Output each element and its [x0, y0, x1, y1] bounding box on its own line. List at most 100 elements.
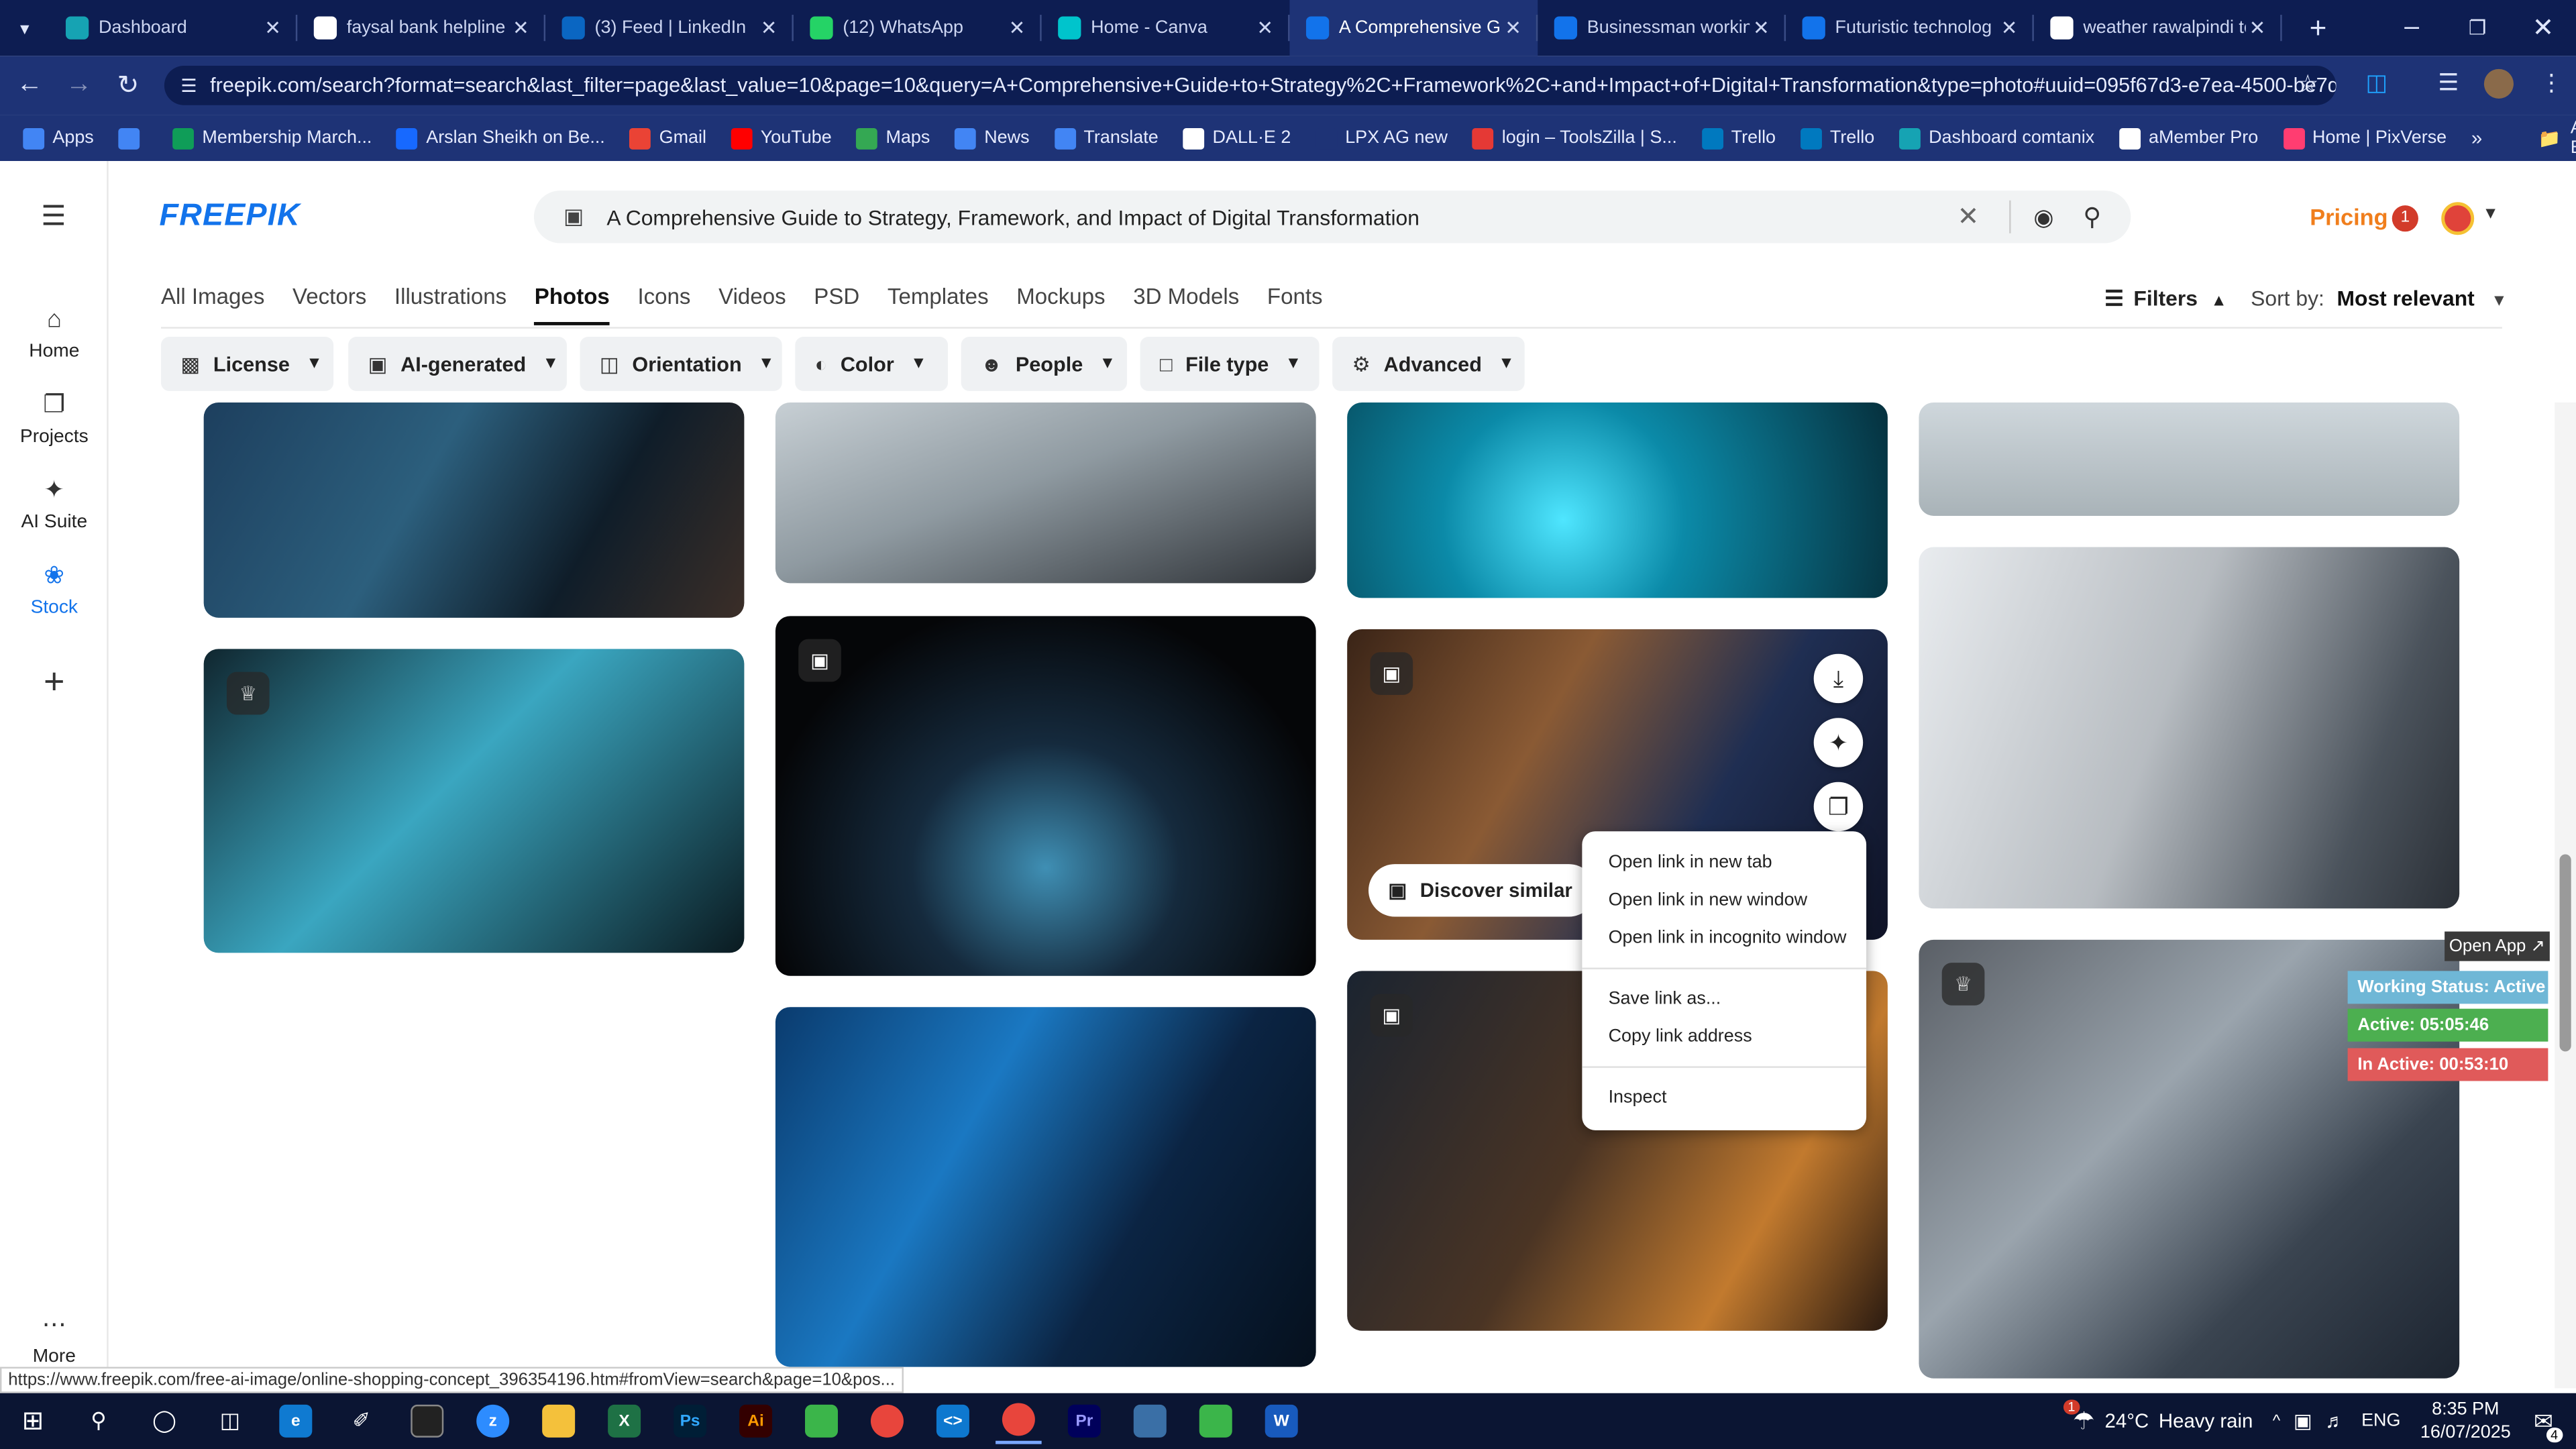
minimize-button[interactable]: –	[2379, 8, 2445, 48]
tab-close-icon[interactable]: ✕	[1750, 16, 1772, 39]
zoom-icon[interactable]: z	[470, 1398, 516, 1444]
url-bar[interactable]: ☰ freepik.com/search?format=search&last_…	[164, 65, 2337, 105]
bookmark-item[interactable]: LPX AG new	[1316, 127, 1448, 149]
category-tab[interactable]: Vectors	[292, 284, 366, 327]
photo-card[interactable]	[775, 402, 1316, 584]
notification-bell-icon[interactable]: 1	[2392, 205, 2418, 232]
vscode-icon[interactable]: <>	[930, 1398, 976, 1444]
edge-icon[interactable]: e	[273, 1398, 319, 1444]
bookmark-item[interactable]: Trello	[1800, 127, 1874, 149]
photo-card[interactable]	[1919, 402, 2460, 516]
bookmark-item[interactable]: News	[955, 127, 1030, 149]
filter-file-type[interactable]: □ File type ▼	[1140, 337, 1320, 391]
category-tab[interactable]: Icons	[637, 284, 690, 327]
notification-center-icon[interactable]: ✉ 4	[2534, 1407, 2563, 1442]
bookmark-item[interactable]: Trello	[1701, 127, 1776, 149]
media-controls-icon[interactable]: ☰	[2438, 69, 2459, 97]
bookmark-item[interactable]: aMember Pro	[2118, 127, 2258, 149]
browser-tab[interactable]: Futuristic technolog ✕	[1786, 0, 2034, 56]
category-tab[interactable]: PSD	[814, 284, 859, 327]
bookmark-item[interactable]: login – ToolsZilla | S...	[1472, 127, 1677, 149]
browser-tab[interactable]: faysal bank helpline - ✕	[297, 0, 546, 56]
filter-advanced[interactable]: ⚙ Advanced ▼	[1332, 337, 1525, 391]
bookmark-item[interactable]: Home | PixVerse	[2282, 127, 2447, 149]
illustrator-icon[interactable]: Ai	[733, 1398, 779, 1444]
account-chevron-icon[interactable]: ▼	[2482, 205, 2498, 223]
bookmark-item[interactable]: Arslan Sheikh on Be...	[396, 127, 605, 149]
weather-desc[interactable]: Heavy rain	[2159, 1409, 2253, 1432]
browser-tab[interactable]: Home - Canva ✕	[1042, 0, 1290, 56]
bookmark-item[interactable]	[118, 127, 148, 149]
browser-menu-icon[interactable]: ⋮	[2540, 69, 2563, 97]
camtasia-icon[interactable]	[798, 1398, 845, 1444]
menu-inspect[interactable]: Inspect	[1609, 1087, 1667, 1107]
back-button[interactable]: ←	[10, 66, 50, 105]
hamburger-menu-icon[interactable]: ☰	[41, 201, 66, 233]
browser-tab[interactable]: Businessman working ✕	[1538, 0, 1786, 56]
photo-card[interactable]	[1347, 402, 1888, 598]
photoshop-icon[interactable]: Ps	[667, 1398, 713, 1444]
menu-open-new-window[interactable]: Open link in new window	[1609, 890, 1808, 910]
browser-tab[interactable]: (12) WhatsApp ✕	[794, 0, 1042, 56]
photo-card[interactable]: ▣	[775, 616, 1316, 976]
sidebar-item-ai-suite[interactable]: ✦ AI Suite	[0, 476, 109, 532]
download-button[interactable]: ⤓	[1813, 653, 1864, 704]
menu-copy-link-address[interactable]: Copy link address	[1609, 1027, 1752, 1046]
search-input[interactable]: A Comprehensive Guide to Strategy, Frame…	[606, 205, 1957, 229]
chrome-icon[interactable]	[864, 1398, 910, 1444]
tab-close-icon[interactable]: ✕	[1006, 16, 1028, 39]
extensions-icon[interactable]: ◫	[2366, 69, 2387, 97]
start-button[interactable]: ⊞	[10, 1398, 56, 1444]
photo-card[interactable]: ♕	[203, 649, 745, 953]
bookmark-item[interactable]: Dashboard comtanix	[1899, 127, 2094, 149]
file-explorer-icon[interactable]	[535, 1398, 582, 1444]
discover-similar-button[interactable]: ▣ Discover similar	[1368, 864, 1596, 917]
bookmark-item[interactable]: Gmail	[629, 127, 706, 149]
filters-toggle[interactable]: ☰ Filters ▲	[2104, 286, 2227, 312]
word-icon[interactable]: W	[1258, 1398, 1305, 1444]
weather-temp[interactable]: 24°C	[2105, 1409, 2149, 1432]
camtasia-recorder-icon[interactable]	[1193, 1398, 1239, 1444]
tab-close-icon[interactable]: ✕	[2246, 16, 2269, 39]
save-to-collection-button[interactable]: ❐	[1813, 782, 1864, 832]
bookmark-item[interactable]: Membership March...	[172, 127, 372, 149]
filter-orientation[interactable]: ◫ Orientation ▼	[580, 337, 782, 391]
bookmark-item[interactable]: DALL·E 2	[1183, 127, 1291, 149]
all-bookmarks-link[interactable]: All Bookmarks	[2571, 118, 2576, 158]
sort-dropdown[interactable]: Sort by: Most relevant ▼	[2251, 286, 2507, 311]
tab-close-icon[interactable]: ✕	[509, 16, 532, 39]
browser-tab[interactable]: weather rawalpindi to ✕	[2034, 0, 2282, 56]
restore-button[interactable]: ❐	[2445, 8, 2510, 48]
clear-search-icon[interactable]: ✕	[1957, 201, 1980, 233]
category-tab[interactable]: Templates	[888, 284, 989, 327]
photo-card[interactable]	[203, 402, 745, 618]
tab-close-icon[interactable]: ✕	[261, 16, 284, 39]
category-tab[interactable]: Photos	[534, 284, 610, 327]
filter-license[interactable]: ▩ License ▼	[161, 337, 334, 391]
photo-card[interactable]	[775, 1007, 1316, 1367]
tab-close-icon[interactable]: ✕	[1998, 16, 2021, 39]
bookmark-item[interactable]: Translate	[1054, 127, 1159, 149]
browser-tab[interactable]: Dashboard ✕	[49, 0, 298, 56]
volume-icon[interactable]: ♬	[2325, 1409, 2345, 1432]
camera-search-icon[interactable]: ◉	[2033, 203, 2053, 231]
sidebar-item-home[interactable]: ⌂ Home	[0, 306, 109, 362]
sidebar-item-more[interactable]: ⋯ More	[0, 1311, 109, 1366]
bookmark-star-icon[interactable]: ☆	[2297, 69, 2319, 99]
sidebar-item-projects[interactable]: ❐ Projects	[0, 391, 109, 447]
browser-tab[interactable]: (3) Feed | LinkedIn ✕	[545, 0, 794, 56]
chrome-active-icon[interactable]	[996, 1398, 1042, 1444]
photo-card[interactable]	[1919, 547, 2460, 909]
task-view-icon[interactable]: ◫	[207, 1398, 254, 1444]
bookmark-item[interactable]: YouTube	[731, 127, 832, 149]
sidebar-item-stock[interactable]: ❀ Stock	[0, 562, 109, 618]
search-bar[interactable]: ▣ A Comprehensive Guide to Strategy, Fra…	[533, 191, 2131, 244]
more-bookmarks-icon[interactable]: »	[2471, 127, 2482, 150]
search-icon[interactable]: ⚲	[2083, 202, 2101, 232]
category-tab[interactable]: All Images	[161, 284, 264, 327]
tab-search-button[interactable]: ▾	[0, 8, 49, 48]
photo-card[interactable]: ♕	[1919, 939, 2460, 1379]
tab-close-icon[interactable]: ✕	[1254, 16, 1277, 39]
filter-people[interactable]: ☻ People ▼	[961, 337, 1128, 391]
clock[interactable]: 8:35 PM 16/07/2025	[2420, 1398, 2511, 1444]
